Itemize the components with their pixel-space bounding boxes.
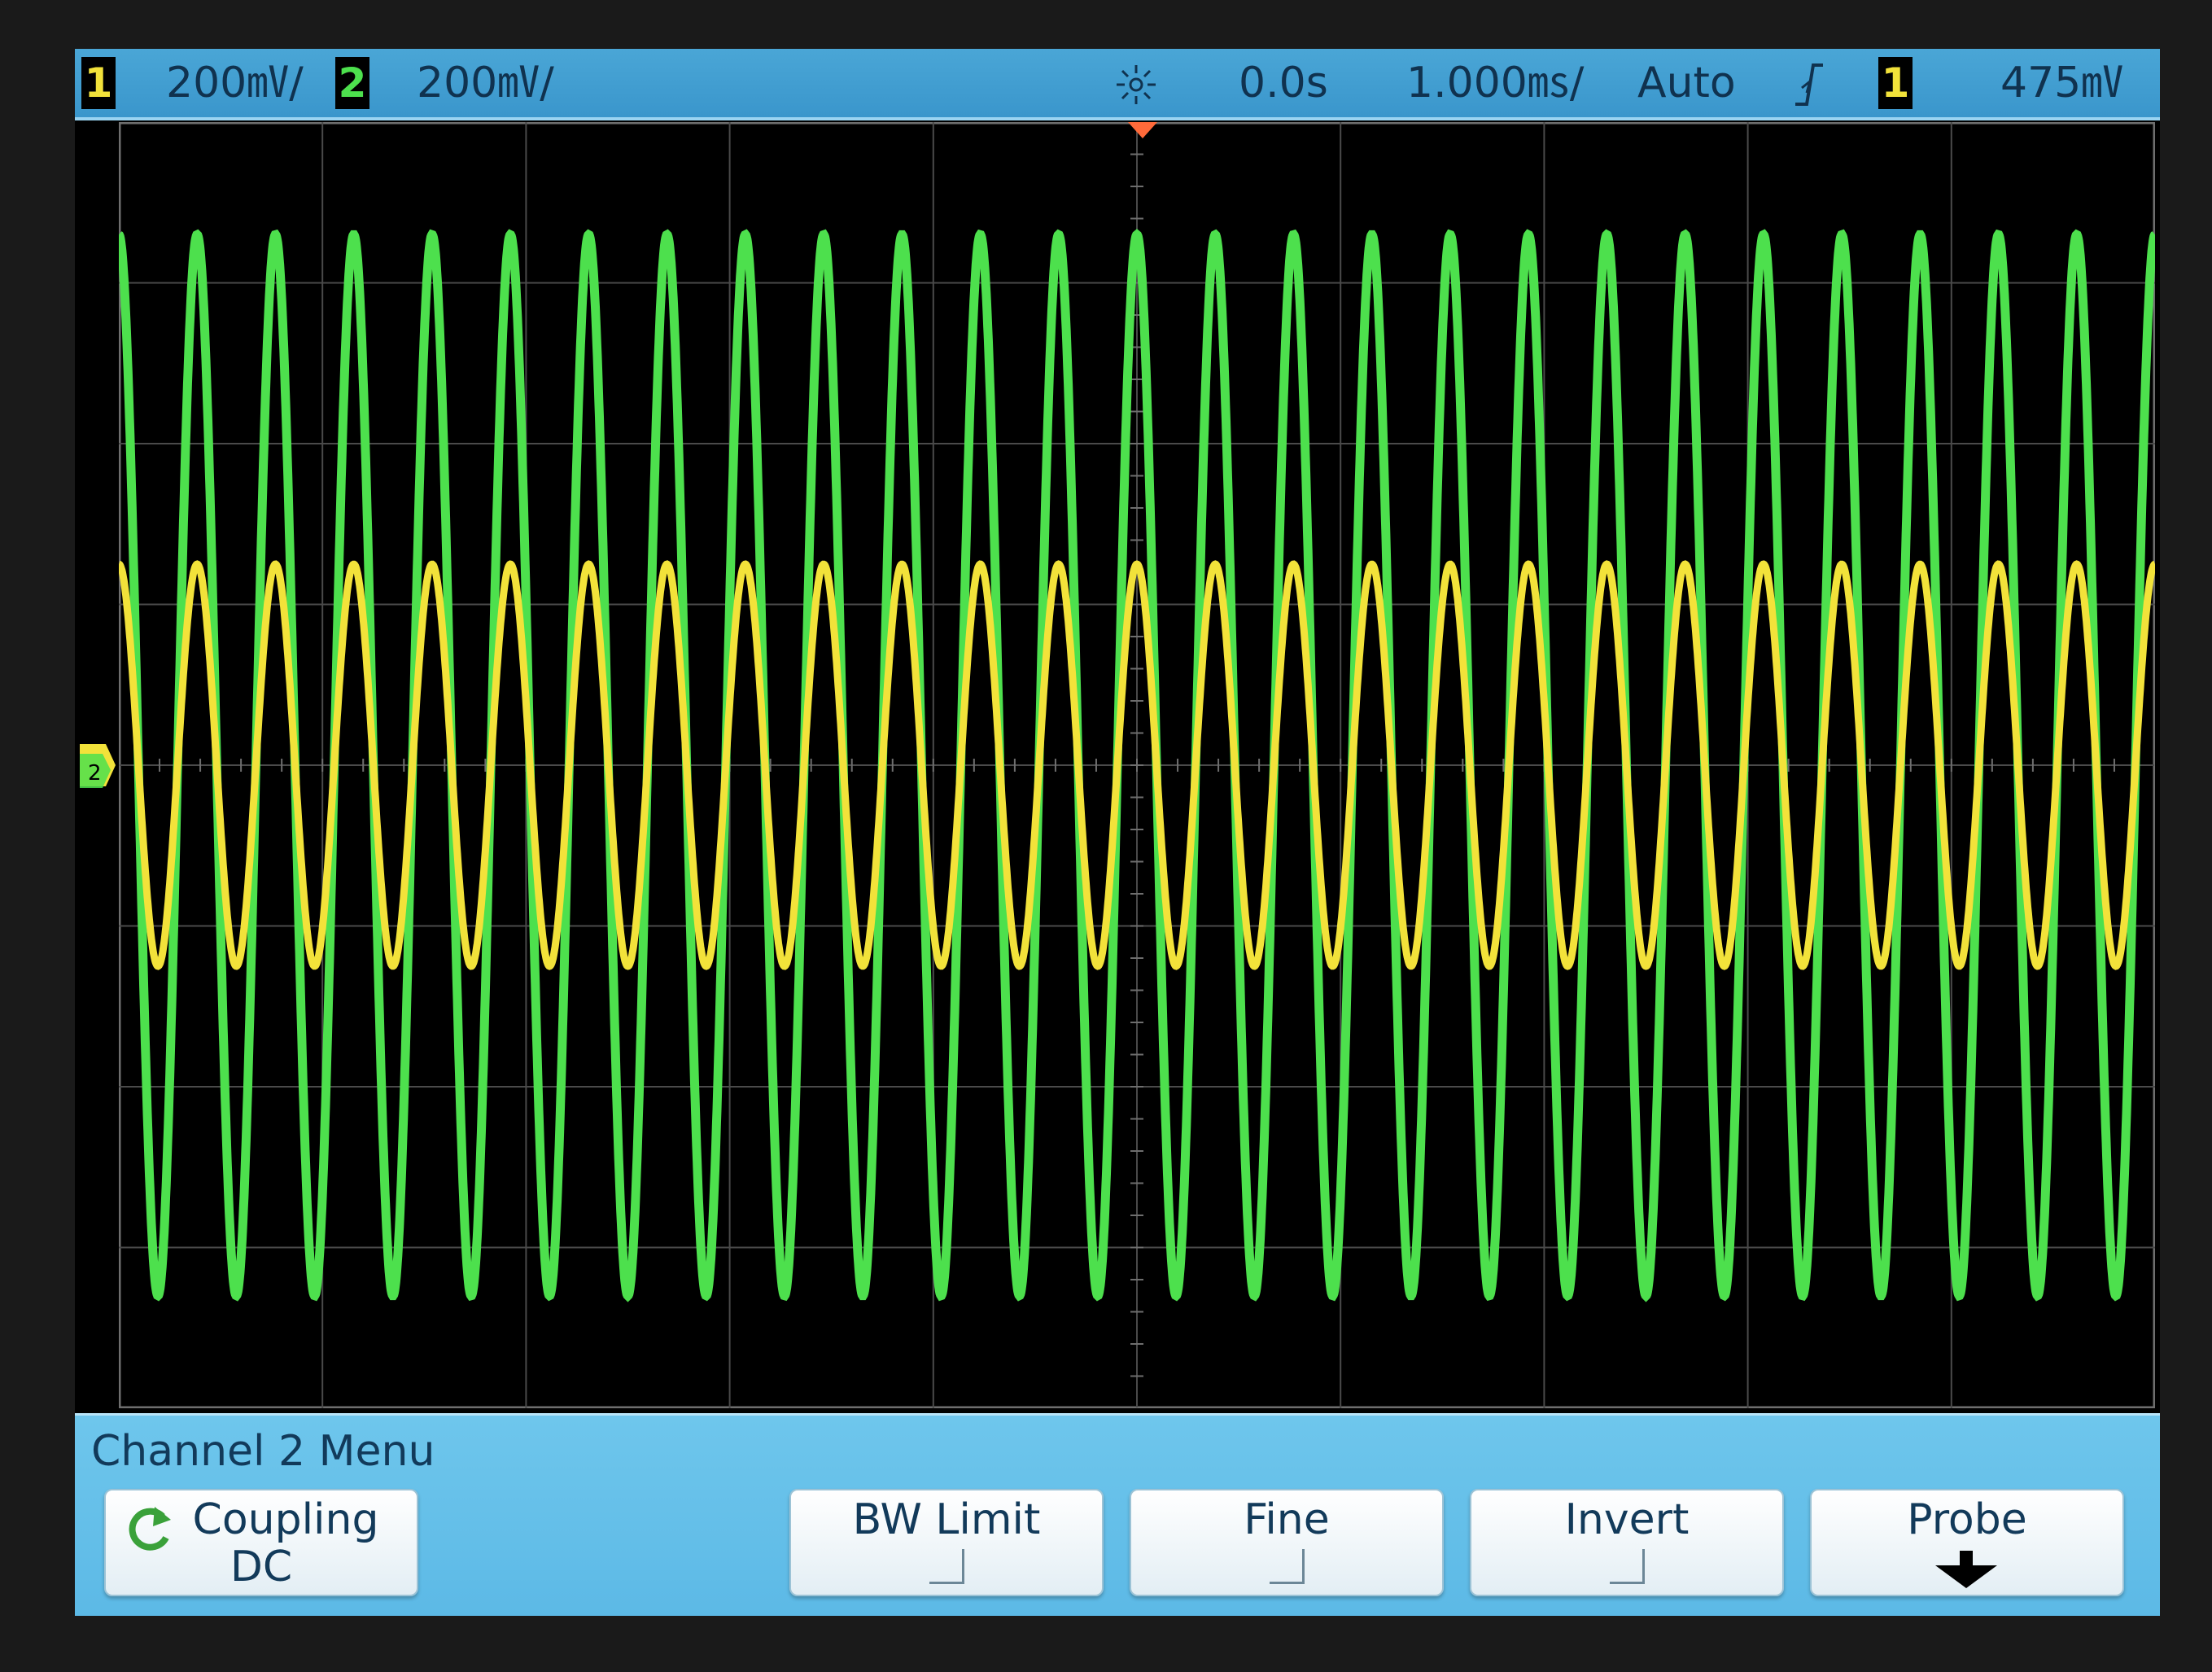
rising-edge-icon bbox=[1795, 63, 1823, 106]
time-scale[interactable]: 1.000㎳/ bbox=[1406, 55, 1584, 111]
acquire-sun-icon bbox=[1117, 65, 1156, 104]
probe-label: Probe bbox=[1907, 1495, 2027, 1544]
invert-label: Invert bbox=[1564, 1495, 1690, 1544]
bw-limit-checkbox bbox=[929, 1549, 964, 1584]
trigger-mode[interactable]: Auto bbox=[1637, 55, 1736, 111]
bw-limit-label: BW Limit bbox=[852, 1495, 1041, 1544]
fine-label: Fine bbox=[1244, 1495, 1330, 1544]
coupling-label: Coupling bbox=[192, 1495, 379, 1544]
fine-checkbox bbox=[1270, 1549, 1305, 1584]
coupling-value: DC bbox=[230, 1543, 293, 1591]
bw-limit-softkey[interactable]: BW Limit bbox=[789, 1489, 1104, 1596]
channel-ground-marker[interactable]: 2 bbox=[75, 738, 119, 803]
trigger-source-badge[interactable]: 1 bbox=[1878, 57, 1913, 109]
invert-softkey[interactable]: Invert bbox=[1470, 1489, 1784, 1596]
trigger-position-marker[interactable] bbox=[1128, 122, 1157, 140]
status-bar: 1 200㎷/ 2 200㎷/ 0.0s 1.000㎳/ Auto 1 475㎷ bbox=[75, 49, 2160, 120]
menu-title: Channel 2 Menu bbox=[91, 1427, 435, 1476]
probe-softkey[interactable]: Probe bbox=[1810, 1489, 2124, 1596]
channel-menu: Channel 2 Menu Coupling DC BW Limit Fine… bbox=[75, 1413, 2160, 1616]
coupling-softkey[interactable]: Coupling DC bbox=[104, 1489, 418, 1596]
trigger-level[interactable]: 475㎷ bbox=[2000, 55, 2123, 111]
ch2-badge[interactable]: 2 bbox=[335, 57, 369, 109]
fine-softkey[interactable]: Fine bbox=[1130, 1489, 1444, 1596]
invert-checkbox bbox=[1610, 1549, 1645, 1584]
ch1-scale[interactable]: 200㎷/ bbox=[166, 55, 304, 111]
submenu-arrow-icon bbox=[1935, 1551, 1997, 1588]
waveform-grid bbox=[119, 122, 2155, 1408]
time-delay[interactable]: 0.0s bbox=[1239, 55, 1328, 111]
svg-text:2: 2 bbox=[88, 761, 102, 786]
graticule bbox=[119, 122, 2155, 1408]
oscilloscope-screen: 1 200㎷/ 2 200㎷/ 0.0s 1.000㎳/ Auto 1 475㎷ bbox=[75, 49, 2160, 1616]
ch2-scale[interactable]: 200㎷/ bbox=[417, 55, 554, 111]
ch1-badge[interactable]: 1 bbox=[81, 57, 116, 109]
